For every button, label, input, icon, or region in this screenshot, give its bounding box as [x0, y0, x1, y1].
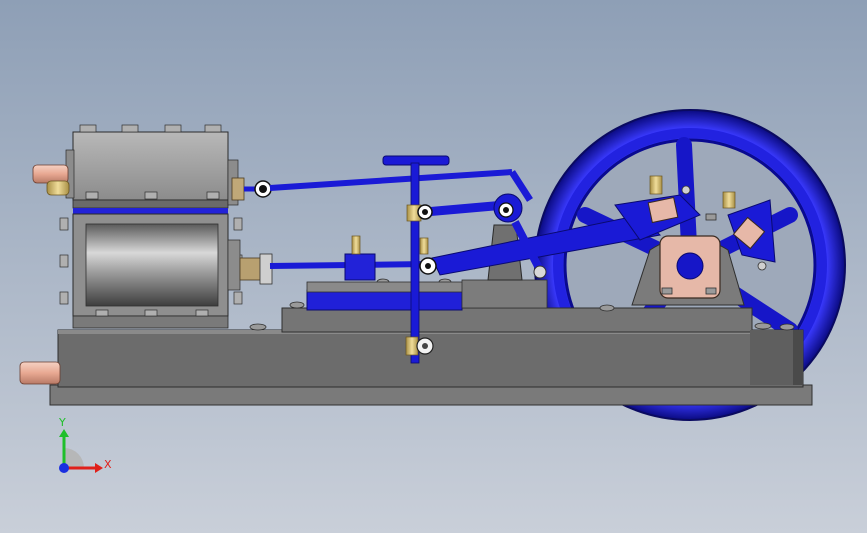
z-axis-indicator — [59, 463, 69, 473]
valve-rod[interactable] — [231, 169, 513, 201]
y-axis-label: Y — [58, 416, 66, 429]
exhaust-pipe[interactable] — [19, 361, 61, 385]
cylinder-assembly[interactable] — [59, 124, 243, 329]
piston-rod[interactable] — [239, 253, 431, 285]
cad-viewport[interactable]: X Y — [0, 0, 867, 533]
steam-engine-model[interactable]: X Y — [0, 0, 867, 533]
x-axis-label: X — [104, 458, 112, 471]
steam-inlet-pipe[interactable] — [32, 164, 70, 196]
crosshead-guide[interactable] — [306, 279, 548, 311]
valve-lever-bottom[interactable] — [405, 336, 434, 356]
coordinate-triad: X Y — [58, 416, 112, 473]
